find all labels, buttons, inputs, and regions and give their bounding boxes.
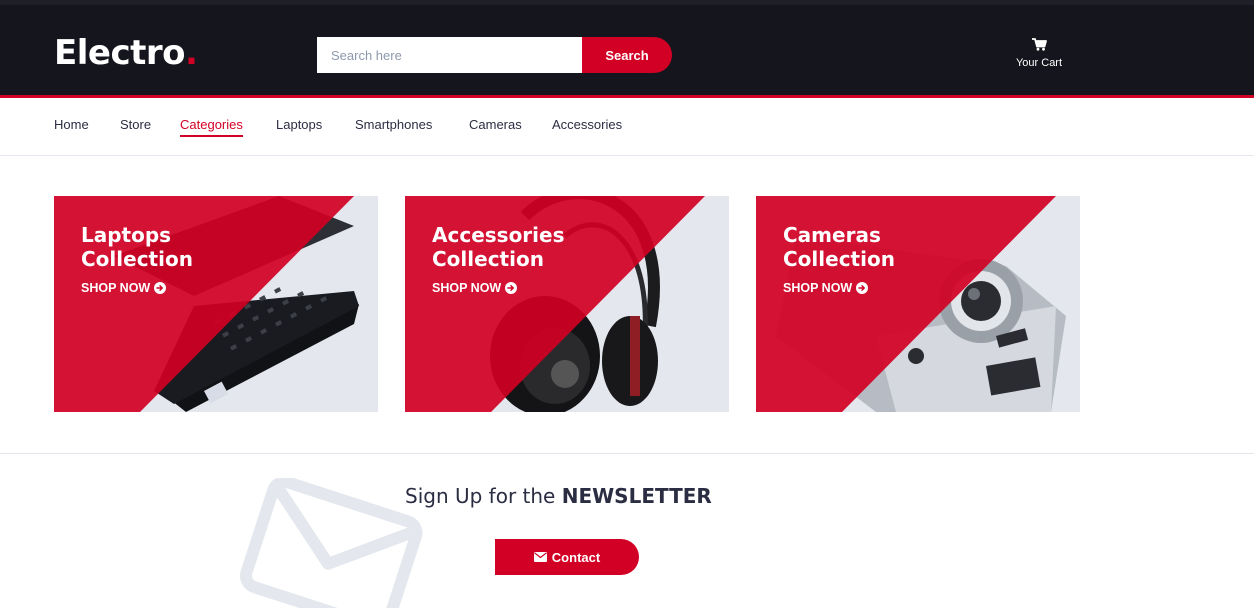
collection-title: Accessories Collection [432, 223, 565, 271]
contact-label: Contact [551, 549, 601, 565]
section-divider [0, 453, 1254, 454]
header: Electro. Search Your Cart [0, 5, 1254, 95]
contact-button[interactable]: Contact [495, 539, 639, 575]
nav-item-cameras[interactable]: Cameras [469, 117, 522, 135]
main-nav: Home Store Categories Laptops Smartphone… [0, 98, 1254, 156]
newsletter-title: Sign Up for the NEWSLETTER [405, 484, 712, 508]
arrow-circle-right-icon [856, 282, 869, 294]
nav-item-store[interactable]: Store [120, 117, 151, 135]
shopping-cart-icon [1031, 38, 1047, 51]
collection-title: Laptops Collection [81, 223, 193, 271]
shop-now-link[interactable]: SHOP NOW [81, 281, 167, 295]
envelope-icon [533, 552, 547, 562]
arrow-circle-right-icon [154, 282, 167, 294]
cart-link[interactable]: Your Cart [1004, 38, 1074, 71]
search-input[interactable] [317, 37, 583, 73]
envelope-outline-icon [240, 478, 423, 608]
logo-text: Electro [54, 33, 185, 73]
shop-now-link[interactable]: SHOP NOW [783, 281, 869, 295]
collection-card-cameras[interactable]: Cameras Collection SHOP NOW [756, 196, 1080, 412]
shop-now-link[interactable]: SHOP NOW [432, 281, 518, 295]
nav-item-laptops[interactable]: Laptops [276, 117, 322, 135]
nav-item-home[interactable]: Home [54, 117, 89, 135]
arrow-circle-right-icon [505, 282, 518, 294]
logo-dot: . [184, 33, 198, 73]
cart-label: Your Cart [1015, 57, 1063, 69]
logo[interactable]: Electro. [54, 33, 198, 73]
collection-card-laptops[interactable]: Laptops Collection SHOP NOW [54, 196, 378, 412]
collection-title: Cameras Collection [783, 223, 895, 271]
nav-item-categories[interactable]: Categories [180, 117, 243, 137]
search-button[interactable]: Search [582, 37, 672, 73]
nav-item-accessories[interactable]: Accessories [552, 117, 622, 135]
nav-item-smartphones[interactable]: Smartphones [355, 117, 432, 135]
collection-card-accessories[interactable]: Accessories Collection SHOP NOW [405, 196, 729, 412]
